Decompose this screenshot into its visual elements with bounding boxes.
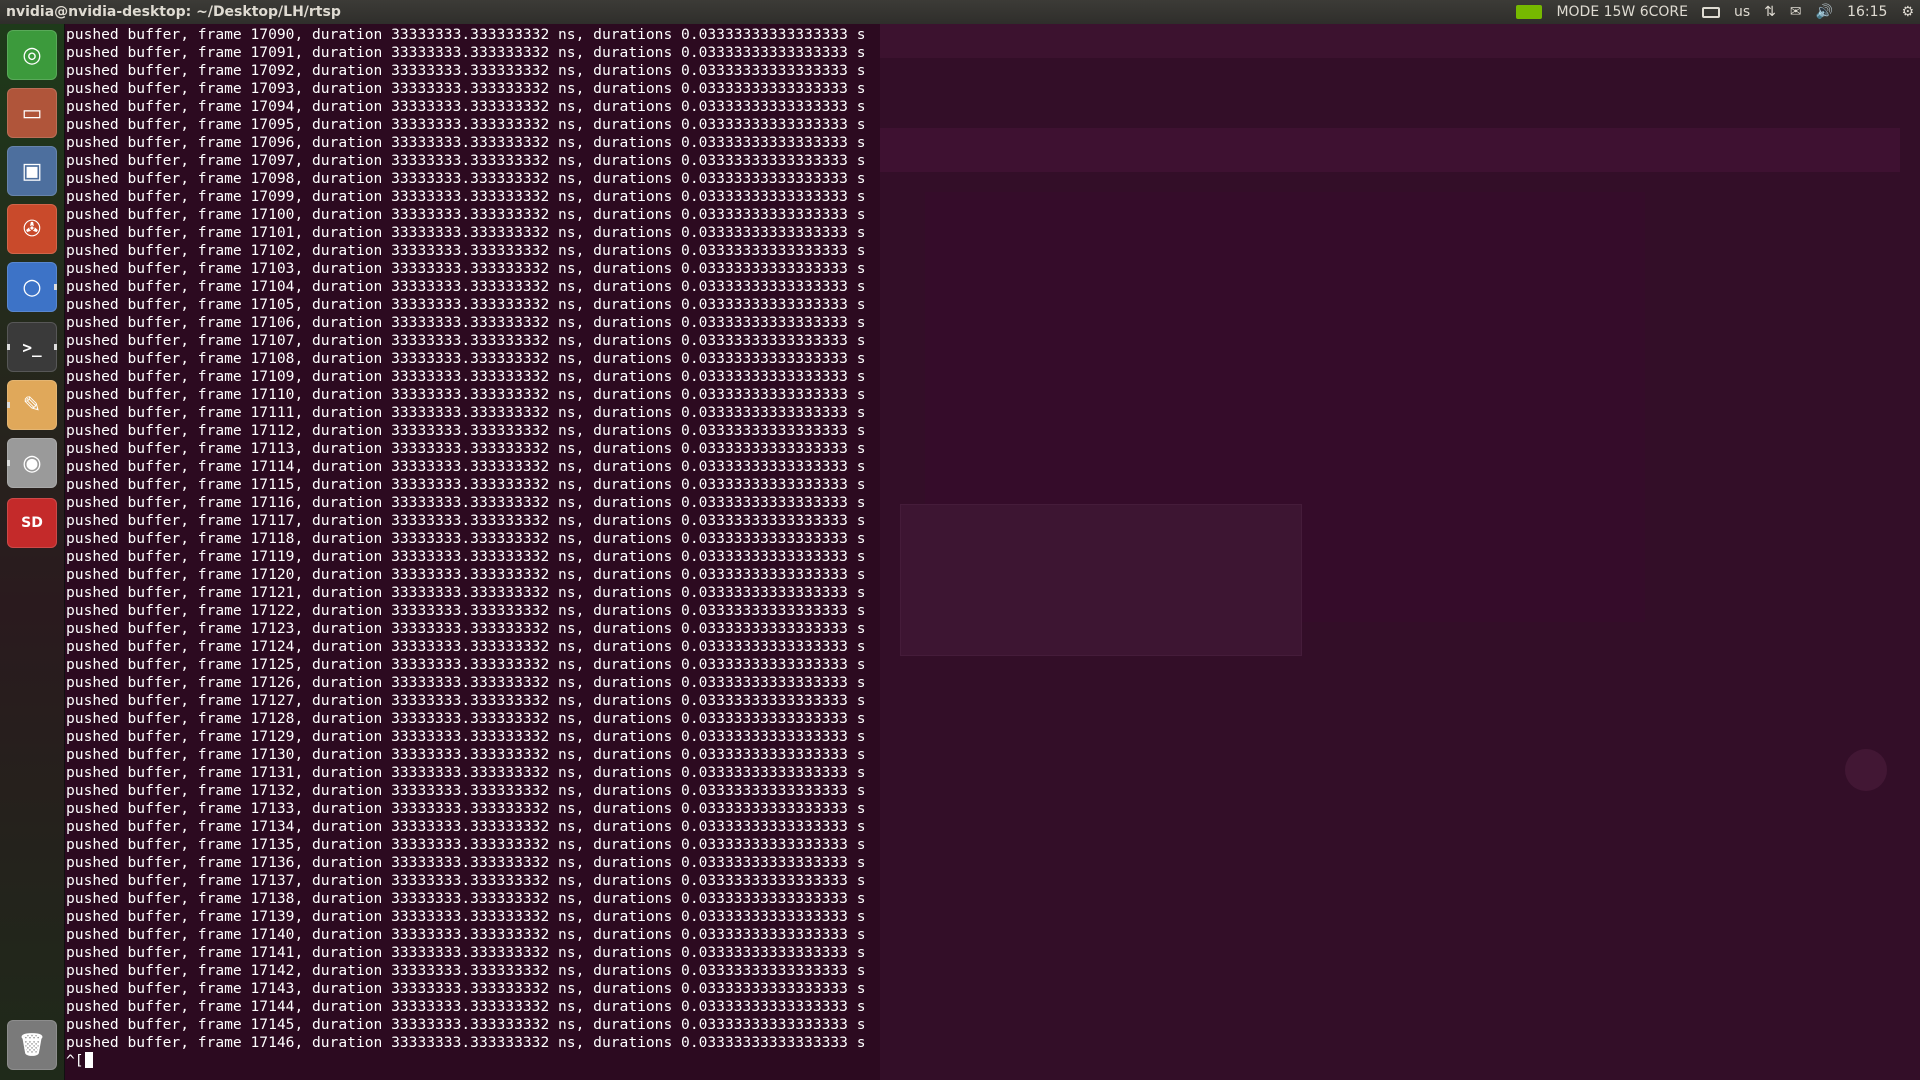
terminal-prompt-line[interactable]: ^[	[66, 1052, 1920, 1070]
terminal-line: pushed buffer, frame 17108, duration 333…	[66, 350, 866, 367]
terminal-line: pushed buffer, frame 17128, duration 333…	[66, 710, 866, 727]
clock[interactable]: 16:15	[1847, 4, 1887, 20]
terminal-line: pushed buffer, frame 17110, duration 333…	[66, 386, 866, 403]
terminal-line: pushed buffer, frame 17142, duration 333…	[66, 962, 866, 979]
terminal-line: pushed buffer, frame 17096, duration 333…	[66, 134, 866, 151]
terminal-line: pushed buffer, frame 17100, duration 333…	[66, 206, 866, 223]
terminal-line: pushed buffer, frame 17106, duration 333…	[66, 314, 866, 331]
terminal-line: pushed buffer, frame 17125, duration 333…	[66, 656, 866, 673]
trash-icon[interactable]: 🗑	[7, 1020, 57, 1070]
terminal-line: pushed buffer, frame 17146, duration 333…	[66, 1034, 866, 1051]
terminal-line: pushed buffer, frame 17124, duration 333…	[66, 638, 866, 655]
terminal-line: pushed buffer, frame 17097, duration 333…	[66, 152, 866, 169]
terminal-line: pushed buffer, frame 17117, duration 333…	[66, 512, 866, 529]
software-center-icon[interactable]: ▣	[7, 146, 57, 196]
mail-icon[interactable]: ✉	[1790, 4, 1802, 20]
terminal-line: pushed buffer, frame 17140, duration 333…	[66, 926, 866, 943]
gear-icon[interactable]: ⚙	[1901, 4, 1914, 20]
terminal-line: pushed buffer, frame 17092, duration 333…	[66, 62, 866, 79]
terminal-line: pushed buffer, frame 17133, duration 333…	[66, 800, 866, 817]
terminal-line: pushed buffer, frame 17115, duration 333…	[66, 476, 866, 493]
keyboard-layout-label[interactable]: us	[1734, 4, 1750, 20]
terminal-icon[interactable]: >_	[7, 322, 57, 372]
terminal-line: pushed buffer, frame 17136, duration 333…	[66, 854, 866, 871]
network-icon[interactable]: ⇅	[1764, 4, 1776, 20]
terminal-line: pushed buffer, frame 17134, duration 333…	[66, 818, 866, 835]
system-settings-icon[interactable]: ✇	[7, 204, 57, 254]
text-editor-icon[interactable]: ✎	[7, 380, 57, 430]
terminal-cursor	[84, 1052, 93, 1068]
terminal-line: pushed buffer, frame 17112, duration 333…	[66, 422, 866, 439]
terminal-line: pushed buffer, frame 17144, duration 333…	[66, 998, 866, 1015]
chrome-icon[interactable]: ○	[7, 262, 57, 312]
terminal-line: pushed buffer, frame 17102, duration 333…	[66, 242, 866, 259]
terminal-line: pushed buffer, frame 17130, duration 333…	[66, 746, 866, 763]
chromium-icon[interactable]: ◎	[7, 30, 57, 80]
terminal-line: pushed buffer, frame 17137, duration 333…	[66, 872, 866, 889]
terminal-line: pushed buffer, frame 17118, duration 333…	[66, 530, 866, 547]
terminal-line: pushed buffer, frame 17113, duration 333…	[66, 440, 866, 457]
terminal-line: pushed buffer, frame 17129, duration 333…	[66, 728, 866, 745]
terminal-line: pushed buffer, frame 17143, duration 333…	[66, 980, 866, 997]
terminal-line: pushed buffer, frame 17119, duration 333…	[66, 548, 866, 565]
terminal-line: pushed buffer, frame 17104, duration 333…	[66, 278, 866, 295]
terminal-line: pushed buffer, frame 17123, duration 333…	[66, 620, 866, 637]
terminal-line: pushed buffer, frame 17099, duration 333…	[66, 188, 866, 205]
terminal-line: pushed buffer, frame 17107, duration 333…	[66, 332, 866, 349]
terminal-line: pushed buffer, frame 17094, duration 333…	[66, 98, 866, 115]
terminal-line: pushed buffer, frame 17103, duration 333…	[66, 260, 866, 277]
system-tray: MODE 15W 6CORE us ⇅ ✉ 🔊 16:15 ⚙	[1516, 4, 1914, 20]
terminal-line: pushed buffer, frame 17101, duration 333…	[66, 224, 866, 241]
volume-icon[interactable]: 🔊	[1816, 4, 1833, 20]
power-mode-indicator[interactable]: MODE 15W 6CORE	[1556, 4, 1688, 20]
prompt-text: ^[	[66, 1052, 84, 1069]
terminal-icon-glyph: >_	[22, 337, 42, 357]
terminal-line: pushed buffer, frame 17121, duration 333…	[66, 584, 866, 601]
terminal-line: pushed buffer, frame 17131, duration 333…	[66, 764, 866, 781]
terminal-line: pushed buffer, frame 17093, duration 333…	[66, 80, 866, 97]
terminal-output[interactable]: pushed buffer, frame 17090, duration 333…	[64, 24, 1920, 1070]
launcher: ◎ ▭ ▣ ✇ ○ >_ ✎ ◉ SD 🗑	[0, 24, 65, 1080]
nvidia-icon[interactable]	[1516, 5, 1543, 19]
terminal-line: pushed buffer, frame 17135, duration 333…	[66, 836, 866, 853]
terminal-line: pushed buffer, frame 17132, duration 333…	[66, 782, 866, 799]
sd-card-icon[interactable]: SD	[7, 498, 57, 548]
terminal-line: pushed buffer, frame 17095, duration 333…	[66, 116, 866, 133]
terminal-line: pushed buffer, frame 17111, duration 333…	[66, 404, 866, 421]
terminal-line: pushed buffer, frame 17090, duration 333…	[66, 26, 866, 43]
terminal-line: pushed buffer, frame 17126, duration 333…	[66, 674, 866, 691]
terminal-line: pushed buffer, frame 17122, duration 333…	[66, 602, 866, 619]
terminal-window[interactable]: pushed buffer, frame 17090, duration 333…	[64, 24, 1920, 1080]
terminal-line: pushed buffer, frame 17105, duration 333…	[66, 296, 866, 313]
terminal-line: pushed buffer, frame 17145, duration 333…	[66, 1016, 866, 1033]
terminal-line: pushed buffer, frame 17120, duration 333…	[66, 566, 866, 583]
top-panel: nvidia@nvidia-desktop: ~/Desktop/LH/rtsp…	[0, 0, 1920, 24]
terminal-line: pushed buffer, frame 17127, duration 333…	[66, 692, 866, 709]
window-title: nvidia@nvidia-desktop: ~/Desktop/LH/rtsp	[6, 4, 341, 20]
terminal-line: pushed buffer, frame 17109, duration 333…	[66, 368, 866, 385]
keyboard-icon[interactable]	[1702, 6, 1720, 18]
terminal-line: pushed buffer, frame 17098, duration 333…	[66, 170, 866, 187]
terminal-line: pushed buffer, frame 17141, duration 333…	[66, 944, 866, 961]
camera-icon[interactable]: ◉	[7, 438, 57, 488]
terminal-line: pushed buffer, frame 17139, duration 333…	[66, 908, 866, 925]
files-icon[interactable]: ▭	[7, 88, 57, 138]
terminal-line: pushed buffer, frame 17138, duration 333…	[66, 890, 866, 907]
terminal-line: pushed buffer, frame 17091, duration 333…	[66, 44, 866, 61]
terminal-line: pushed buffer, frame 17116, duration 333…	[66, 494, 866, 511]
terminal-line: pushed buffer, frame 17114, duration 333…	[66, 458, 866, 475]
sd-card-icon-glyph: SD	[21, 515, 43, 531]
